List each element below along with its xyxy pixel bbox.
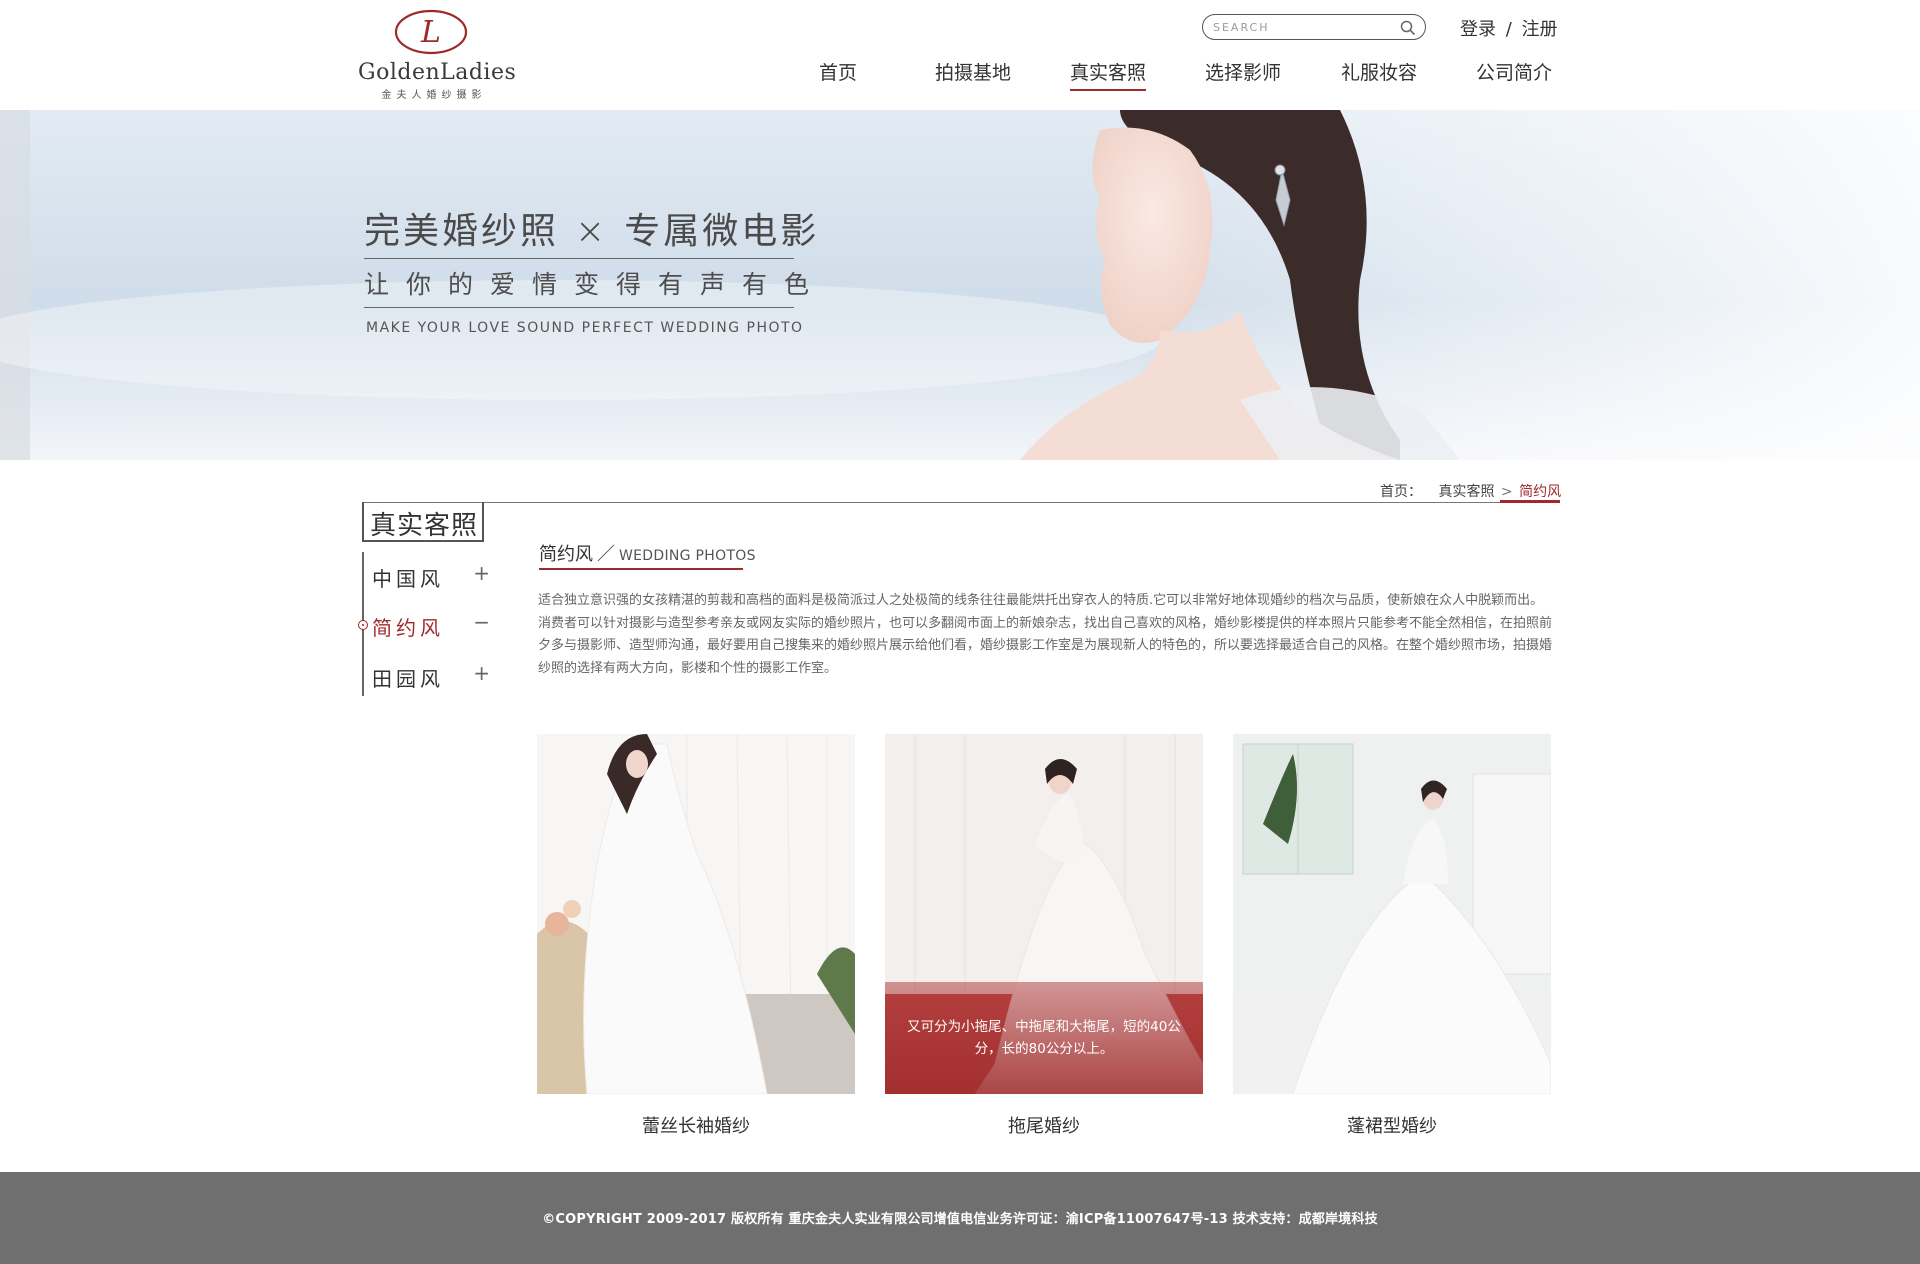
chevron-right-icon: >	[1500, 484, 1513, 500]
nav-item-dress-makeup[interactable]: 礼服妆容	[1341, 58, 1417, 85]
sidebar-item-label: 田园风	[372, 667, 444, 691]
nav-item-real-photos[interactable]: 真实客照	[1070, 58, 1147, 91]
section-heading-cn: 简约风	[539, 544, 593, 565]
nav-item-shooting-base[interactable]: 拍摄基地	[935, 58, 1011, 85]
breadcrumb-divider	[362, 502, 1560, 503]
gallery-caption: 蓬裙型婚纱	[1347, 1116, 1437, 1137]
breadcrumb: 首页： 真实客照 > 简约风	[1380, 481, 1561, 501]
section-heading-slash: ／	[597, 544, 615, 565]
banner-subtitle: 让你的爱情变得有声有色	[364, 270, 827, 299]
login-link[interactable]: 登录	[1460, 19, 1496, 40]
banner-english-tagline: MAKE YOUR LOVE SOUND PERFECT WEDDING PHO…	[366, 320, 804, 336]
breadcrumb-accent	[1500, 500, 1560, 503]
footer-copyright: ©COPYRIGHT 2009-2017 版权所有 重庆金夫人实业有限公司增值电…	[542, 1212, 1378, 1227]
gallery-card-ball-gown[interactable]: 蓬裙型婚纱	[1233, 734, 1551, 1138]
section-heading-en: WEDDING PHOTOS	[619, 548, 756, 564]
sidebar-item-pastoral-style[interactable]: 田园风 +	[372, 661, 490, 691]
nav-item-about[interactable]: 公司简介	[1476, 58, 1552, 85]
banner-title: 完美婚纱照 × 专属微电影	[364, 202, 819, 254]
gallery-photo	[537, 734, 855, 1094]
breadcrumb-section[interactable]: 真实客照	[1438, 484, 1494, 500]
section-heading: 简约风／ WEDDING PHOTOS	[539, 540, 756, 566]
sidebar-item-chinese-style[interactable]: 中国风 +	[372, 561, 490, 591]
hero-banner: 完美婚纱照 × 专属微电影 让你的爱情变得有声有色 MAKE YOUR LOVE S…	[0, 110, 1920, 460]
gallery-overlay: 又可分为小拖尾、中拖尾和大拖尾，短的40公分，长的80公分以上。	[885, 982, 1203, 1094]
breadcrumb-home[interactable]: 首页：	[1380, 484, 1422, 500]
times-icon: ×	[575, 211, 609, 252]
auth-separator: /	[1505, 19, 1512, 40]
gallery-caption: 蕾丝长袖婚纱	[642, 1116, 750, 1137]
search-input[interactable]	[1213, 18, 1393, 36]
gallery-card-trailing[interactable]: 又可分为小拖尾、中拖尾和大拖尾，短的40公分，长的80公分以上。 拖尾婚纱	[885, 734, 1203, 1138]
banner-title-right: 专属微电影	[624, 211, 820, 252]
breadcrumb-current: 简约风	[1519, 484, 1562, 500]
site-header: L GoldenLadies 金夫人婚纱摄影 登录 / 注册 首页 拍摄基地 真…	[0, 0, 1920, 110]
gallery-photo: 又可分为小拖尾、中拖尾和大拖尾，短的40公分，长的80公分以上。	[885, 734, 1203, 1094]
gallery-caption: 拖尾婚纱	[1008, 1116, 1080, 1137]
logo-monogram-icon: L	[394, 9, 468, 55]
sidebar-item-label: 简约风	[372, 616, 444, 640]
svg-text:L: L	[420, 15, 441, 50]
bride-photo-image	[537, 734, 855, 1094]
section-description: 适合独立意识强的女孩精湛的剪裁和高档的面料是极简派过人之处极简的线条往往最能烘托…	[538, 593, 1553, 676]
gallery-card-lace-sleeve[interactable]: 蕾丝长袖婚纱	[537, 734, 855, 1138]
banner-title-left: 完美婚纱照	[364, 211, 560, 252]
bride-photo-image	[1233, 734, 1551, 1094]
nav-item-home[interactable]: 首页	[819, 58, 857, 85]
register-link[interactable]: 注册	[1522, 19, 1558, 40]
plus-icon: +	[473, 661, 490, 685]
logo-name: GoldenLadies	[358, 60, 517, 85]
sidebar-title: 真实客照	[370, 511, 479, 541]
minus-icon: −	[473, 610, 490, 634]
site-footer: ©COPYRIGHT 2009-2017 版权所有 重庆金夫人实业有限公司增值电…	[0, 1172, 1920, 1264]
sidebar-item-minimalist-style[interactable]: 简约风 −	[372, 610, 490, 640]
logo[interactable]: L GoldenLadies 金夫人婚纱摄影	[358, 6, 517, 101]
section-heading-underline	[539, 568, 743, 570]
search-icon[interactable]	[1399, 19, 1417, 37]
search-box	[1202, 14, 1426, 40]
banner-photo	[0, 110, 1920, 460]
gallery-photo	[1233, 734, 1551, 1094]
nav-item-photographers[interactable]: 选择影师	[1205, 58, 1281, 85]
sidebar-item-label: 中国风	[372, 567, 444, 591]
auth-links: 登录 / 注册	[1460, 15, 1558, 41]
plus-icon: +	[473, 561, 490, 585]
logo-subtitle: 金夫人婚纱摄影	[381, 90, 487, 101]
active-indicator-icon	[358, 620, 368, 630]
gallery-overlay-text: 又可分为小拖尾、中拖尾和大拖尾，短的40公分，长的80公分以上。	[907, 1019, 1181, 1057]
